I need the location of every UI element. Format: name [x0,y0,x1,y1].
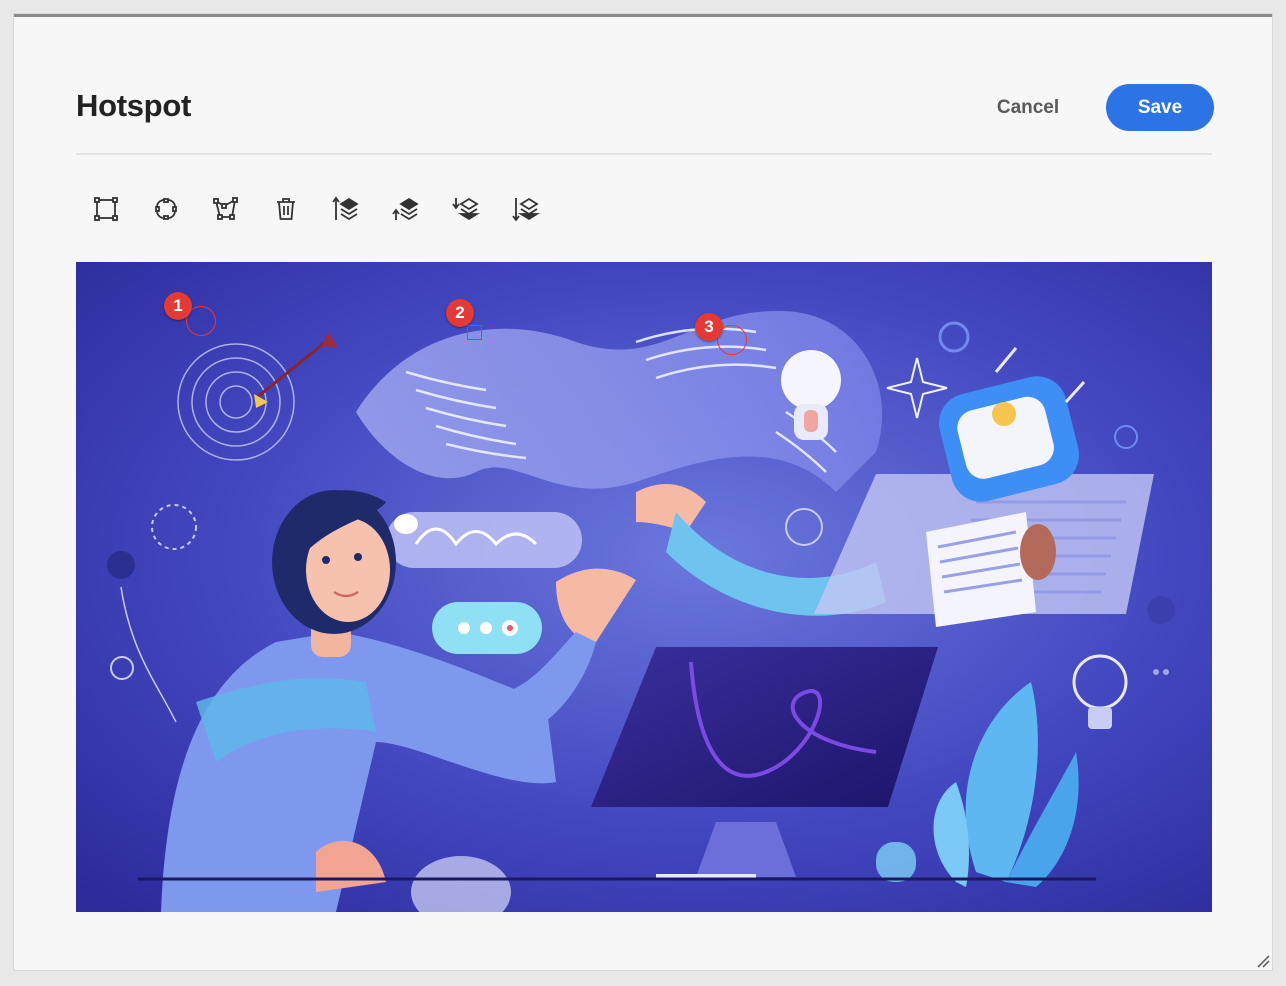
delete-hotspot-tool[interactable] [256,187,316,231]
bring-forward-icon [392,197,419,221]
save-button[interactable]: Save [1106,84,1214,131]
illustration-image [76,262,1212,912]
circle-hotspot-tool[interactable] [136,187,196,231]
hotspot-rect-2[interactable] [467,325,482,340]
send-backward-icon [452,197,480,221]
hotspot-badge-1[interactable]: 1 [164,292,192,320]
polygon-select-icon [213,197,238,220]
send-backward-tool[interactable] [436,187,496,231]
bring-to-front-tool[interactable] [316,187,376,231]
hotspot-toolbar [76,187,556,231]
resize-handle-icon[interactable] [1256,954,1270,968]
hotspot-marker-1[interactable]: 1 [164,292,224,342]
hotspot-badge-3[interactable]: 3 [695,313,723,341]
trash-icon [277,198,295,220]
send-to-back-tool[interactable] [496,187,556,231]
hotspot-dialog: Hotspot Cancel Save 1 2 3 [14,14,1272,970]
hotspot-marker-3[interactable]: 3 [695,313,755,363]
hotspot-badge-2[interactable]: 2 [446,299,474,327]
rectangle-hotspot-tool[interactable] [76,187,136,231]
polygon-hotspot-tool[interactable] [196,187,256,231]
hotspot-image-canvas[interactable]: 1 2 3 [76,262,1212,912]
cancel-button[interactable]: Cancel [975,92,1081,124]
rectangle-select-icon [94,197,118,221]
circle-select-icon [155,198,177,220]
dialog-title: Hotspot [76,88,191,123]
hotspot-marker-2[interactable]: 2 [446,299,496,349]
bring-forward-tool[interactable] [376,187,436,231]
send-to-back-icon [512,197,540,222]
bring-to-front-icon [332,196,359,221]
header-divider [76,153,1212,155]
